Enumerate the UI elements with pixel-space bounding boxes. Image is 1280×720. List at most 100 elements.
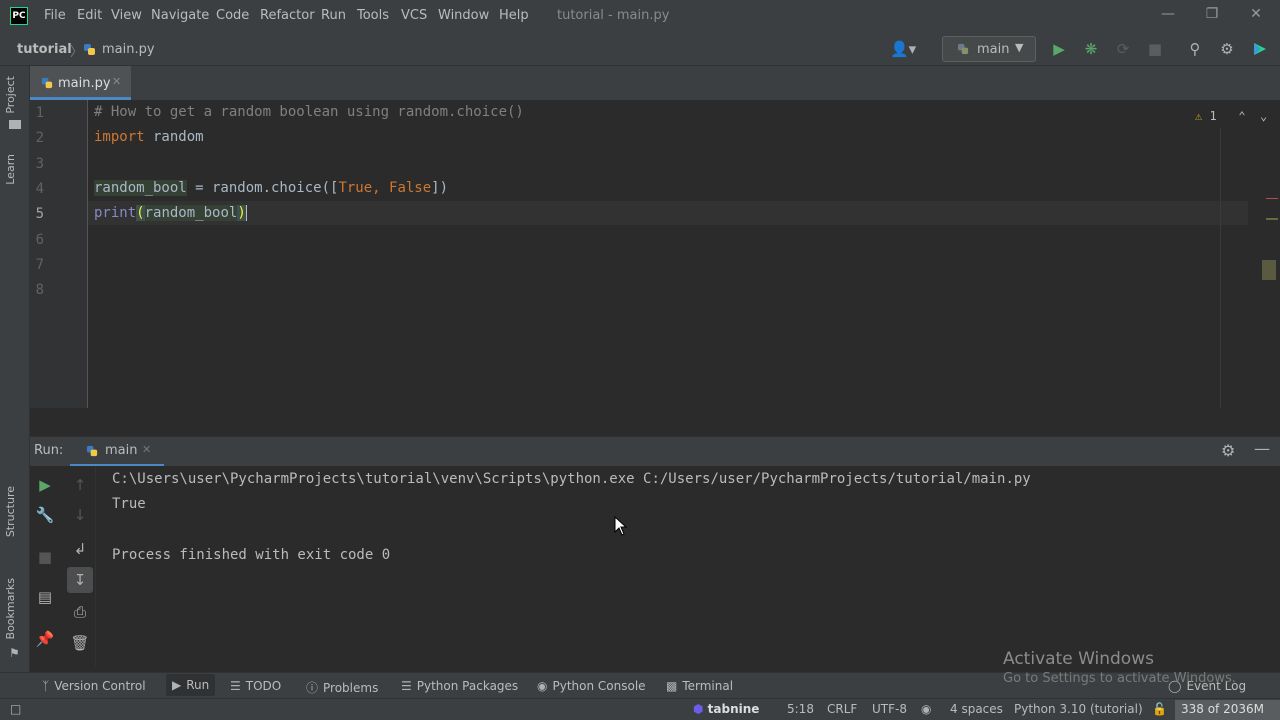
run-tab-label: main bbox=[105, 443, 138, 458]
python-packages-tab[interactable]: ☰ Python Packages bbox=[401, 679, 518, 693]
stop-button[interactable]: ■ bbox=[1145, 39, 1165, 59]
memory-usage: 338 of 2036M bbox=[1181, 702, 1264, 716]
scroll-up-icon[interactable]: ↑ bbox=[67, 472, 93, 498]
keyword-false: False bbox=[389, 180, 432, 196]
todo-tab[interactable]: ☰ TODO bbox=[230, 679, 281, 693]
toggle-tool-windows-icon[interactable]: □ bbox=[10, 702, 21, 716]
menu-help[interactable]: Help bbox=[499, 8, 529, 23]
memory-indicator[interactable]: 338 of 2036M bbox=[1175, 700, 1280, 720]
scroll-down-icon[interactable]: ↓ bbox=[67, 502, 93, 528]
run-tool-tab[interactable]: ▶ Run bbox=[166, 674, 216, 696]
python-icon bbox=[957, 43, 969, 55]
lock-icon[interactable]: 🔓 bbox=[1152, 702, 1167, 716]
terminal-icon: ▩ bbox=[666, 679, 678, 693]
editor-tab-bar: main.py ✕ bbox=[30, 66, 1280, 100]
debug-bug-icon[interactable]: ❋ bbox=[1081, 39, 1101, 59]
search-icon[interactable]: ⚲ bbox=[1185, 39, 1205, 59]
line-number: 6 bbox=[35, 232, 44, 248]
matched-paren: ) bbox=[237, 205, 246, 221]
run-configuration-label: main bbox=[977, 42, 1010, 57]
python-console-tab[interactable]: ◉ Python Console bbox=[537, 679, 646, 693]
python-file-icon bbox=[84, 44, 95, 55]
run-configuration-dropdown[interactable]: main ▼ bbox=[942, 36, 1036, 62]
project-tool-tab[interactable]: Project bbox=[4, 76, 17, 114]
menu-refactor[interactable]: Refactor bbox=[260, 8, 315, 23]
editor-tab-main-py[interactable]: main.py ✕ bbox=[30, 66, 131, 100]
run-panel-title: Run: bbox=[34, 443, 64, 458]
menu-edit[interactable]: Edit bbox=[77, 8, 102, 23]
eye-icon[interactable]: ◉ bbox=[921, 702, 931, 716]
menu-run[interactable]: Run bbox=[321, 8, 346, 23]
restore-window-button[interactable]: ❐ bbox=[1200, 6, 1224, 22]
keyword-import: import bbox=[94, 129, 145, 145]
line-separator[interactable]: CRLF bbox=[827, 702, 857, 716]
left-tool-strip: Project Learn Structure Bookmarks ⚑ bbox=[0, 66, 30, 698]
play-icon: ▶ bbox=[172, 678, 182, 692]
layers-icon: ☰ bbox=[401, 679, 412, 693]
minimize-window-button[interactable]: — bbox=[1156, 6, 1180, 22]
version-control-tab[interactable]: ᛉ Version Control bbox=[42, 679, 146, 693]
caret-position[interactable]: 5:18 bbox=[787, 702, 814, 716]
menu-tools[interactable]: Tools bbox=[357, 8, 389, 23]
close-tab-icon[interactable]: ✕ bbox=[112, 75, 121, 88]
user-account-icon[interactable]: 👤▾ bbox=[890, 40, 916, 58]
variable-random-bool: random_bool bbox=[144, 205, 238, 221]
scroll-to-end-icon[interactable]: ↧ bbox=[67, 567, 93, 593]
coverage-button[interactable]: ⟳ bbox=[1113, 39, 1133, 59]
settings-gear-icon[interactable]: ⚙ bbox=[1221, 441, 1235, 460]
line-number-gutter: 1 2 3 4 5 6 7 8 bbox=[30, 100, 88, 408]
tabnine-status[interactable]: ⬢ tabnine bbox=[693, 702, 759, 716]
warning-indicator[interactable]: ⚠ 1 ⌃ ⌄ bbox=[1195, 109, 1267, 123]
code-editor[interactable]: 1 2 3 4 5 6 7 8 # How to get a random bo… bbox=[30, 100, 1280, 408]
menu-navigate[interactable]: Navigate bbox=[151, 8, 209, 23]
current-line-highlight bbox=[88, 201, 1248, 225]
tabnine-icon: ⬢ bbox=[693, 702, 704, 716]
breadcrumb-project[interactable]: tutorial bbox=[17, 42, 72, 57]
rerun-button[interactable]: ▶ bbox=[32, 472, 58, 498]
python-icon bbox=[86, 445, 98, 457]
hide-panel-icon[interactable]: — bbox=[1254, 439, 1270, 458]
line-number-current: 5 bbox=[35, 206, 44, 222]
stop-button[interactable]: ■ bbox=[32, 544, 58, 570]
status-bar: □ ⬢ tabnine 5:18 CRLF UTF-8 ◉ 4 spaces P… bbox=[0, 698, 1280, 720]
run-button[interactable]: ▶ bbox=[1049, 39, 1069, 59]
menu-file[interactable]: File bbox=[44, 8, 66, 23]
indent-setting[interactable]: 4 spaces bbox=[950, 702, 1003, 716]
console-line: True bbox=[112, 496, 146, 512]
problems-tab[interactable]: ⓘ Problems bbox=[306, 679, 378, 696]
file-encoding[interactable]: UTF-8 bbox=[872, 702, 907, 716]
chevron-down-icon: ▼ bbox=[1015, 41, 1024, 54]
code-line-2: import random bbox=[94, 129, 204, 145]
code-line-1: # How to get a random boolean using rand… bbox=[94, 104, 524, 120]
keyword-true: True bbox=[338, 180, 373, 196]
editor-scrollbar[interactable] bbox=[1262, 130, 1278, 410]
wrench-icon[interactable]: 🔧 bbox=[32, 502, 58, 528]
python-interpreter[interactable]: Python 3.10 (tutorial) bbox=[1014, 702, 1143, 716]
mouse-cursor-icon bbox=[614, 516, 628, 536]
close-window-button[interactable]: ✕ bbox=[1244, 6, 1268, 22]
soft-wrap-icon[interactable]: ↲ bbox=[67, 536, 93, 562]
code-with-me-icon[interactable] bbox=[1252, 41, 1268, 57]
python-icon: ◉ bbox=[537, 679, 548, 693]
trash-icon[interactable]: 🗑 bbox=[67, 630, 93, 656]
learn-tool-tab[interactable]: Learn bbox=[4, 154, 17, 185]
bookmarks-tool-tab[interactable]: Bookmarks bbox=[4, 578, 17, 639]
console-line: Process finished with exit code 0 bbox=[112, 547, 391, 563]
terminal-tab[interactable]: ▩ Terminal bbox=[666, 679, 733, 693]
run-tab-main[interactable]: main ✕ bbox=[70, 437, 164, 467]
menu-view[interactable]: View bbox=[111, 8, 142, 23]
menu-code[interactable]: Code bbox=[216, 8, 249, 23]
breadcrumb-file[interactable]: main.py bbox=[102, 42, 155, 57]
warning-triangle-icon: ⚠ bbox=[1195, 109, 1203, 123]
settings-gear-icon[interactable]: ⚙ bbox=[1217, 39, 1237, 59]
close-tab-icon[interactable]: ✕ bbox=[142, 443, 151, 456]
print-icon[interactable]: ⎙ bbox=[67, 599, 93, 625]
structure-tool-tab[interactable]: Structure bbox=[4, 486, 17, 537]
run-toolbar: ▶ ↑ 🔧 ↓ ■ ↲ ↧ ▤ ⎙ 📌 🗑 bbox=[30, 466, 96, 666]
menu-vcs[interactable]: VCS bbox=[401, 8, 427, 23]
right-margin-guide bbox=[1220, 128, 1221, 408]
pin-icon[interactable]: 📌 bbox=[32, 626, 58, 652]
run-console-output[interactable]: C:\Users\user\PycharmProjects\tutorial\v… bbox=[96, 466, 1280, 666]
menu-window[interactable]: Window bbox=[438, 8, 489, 23]
layout-icon[interactable]: ▤ bbox=[32, 584, 58, 610]
